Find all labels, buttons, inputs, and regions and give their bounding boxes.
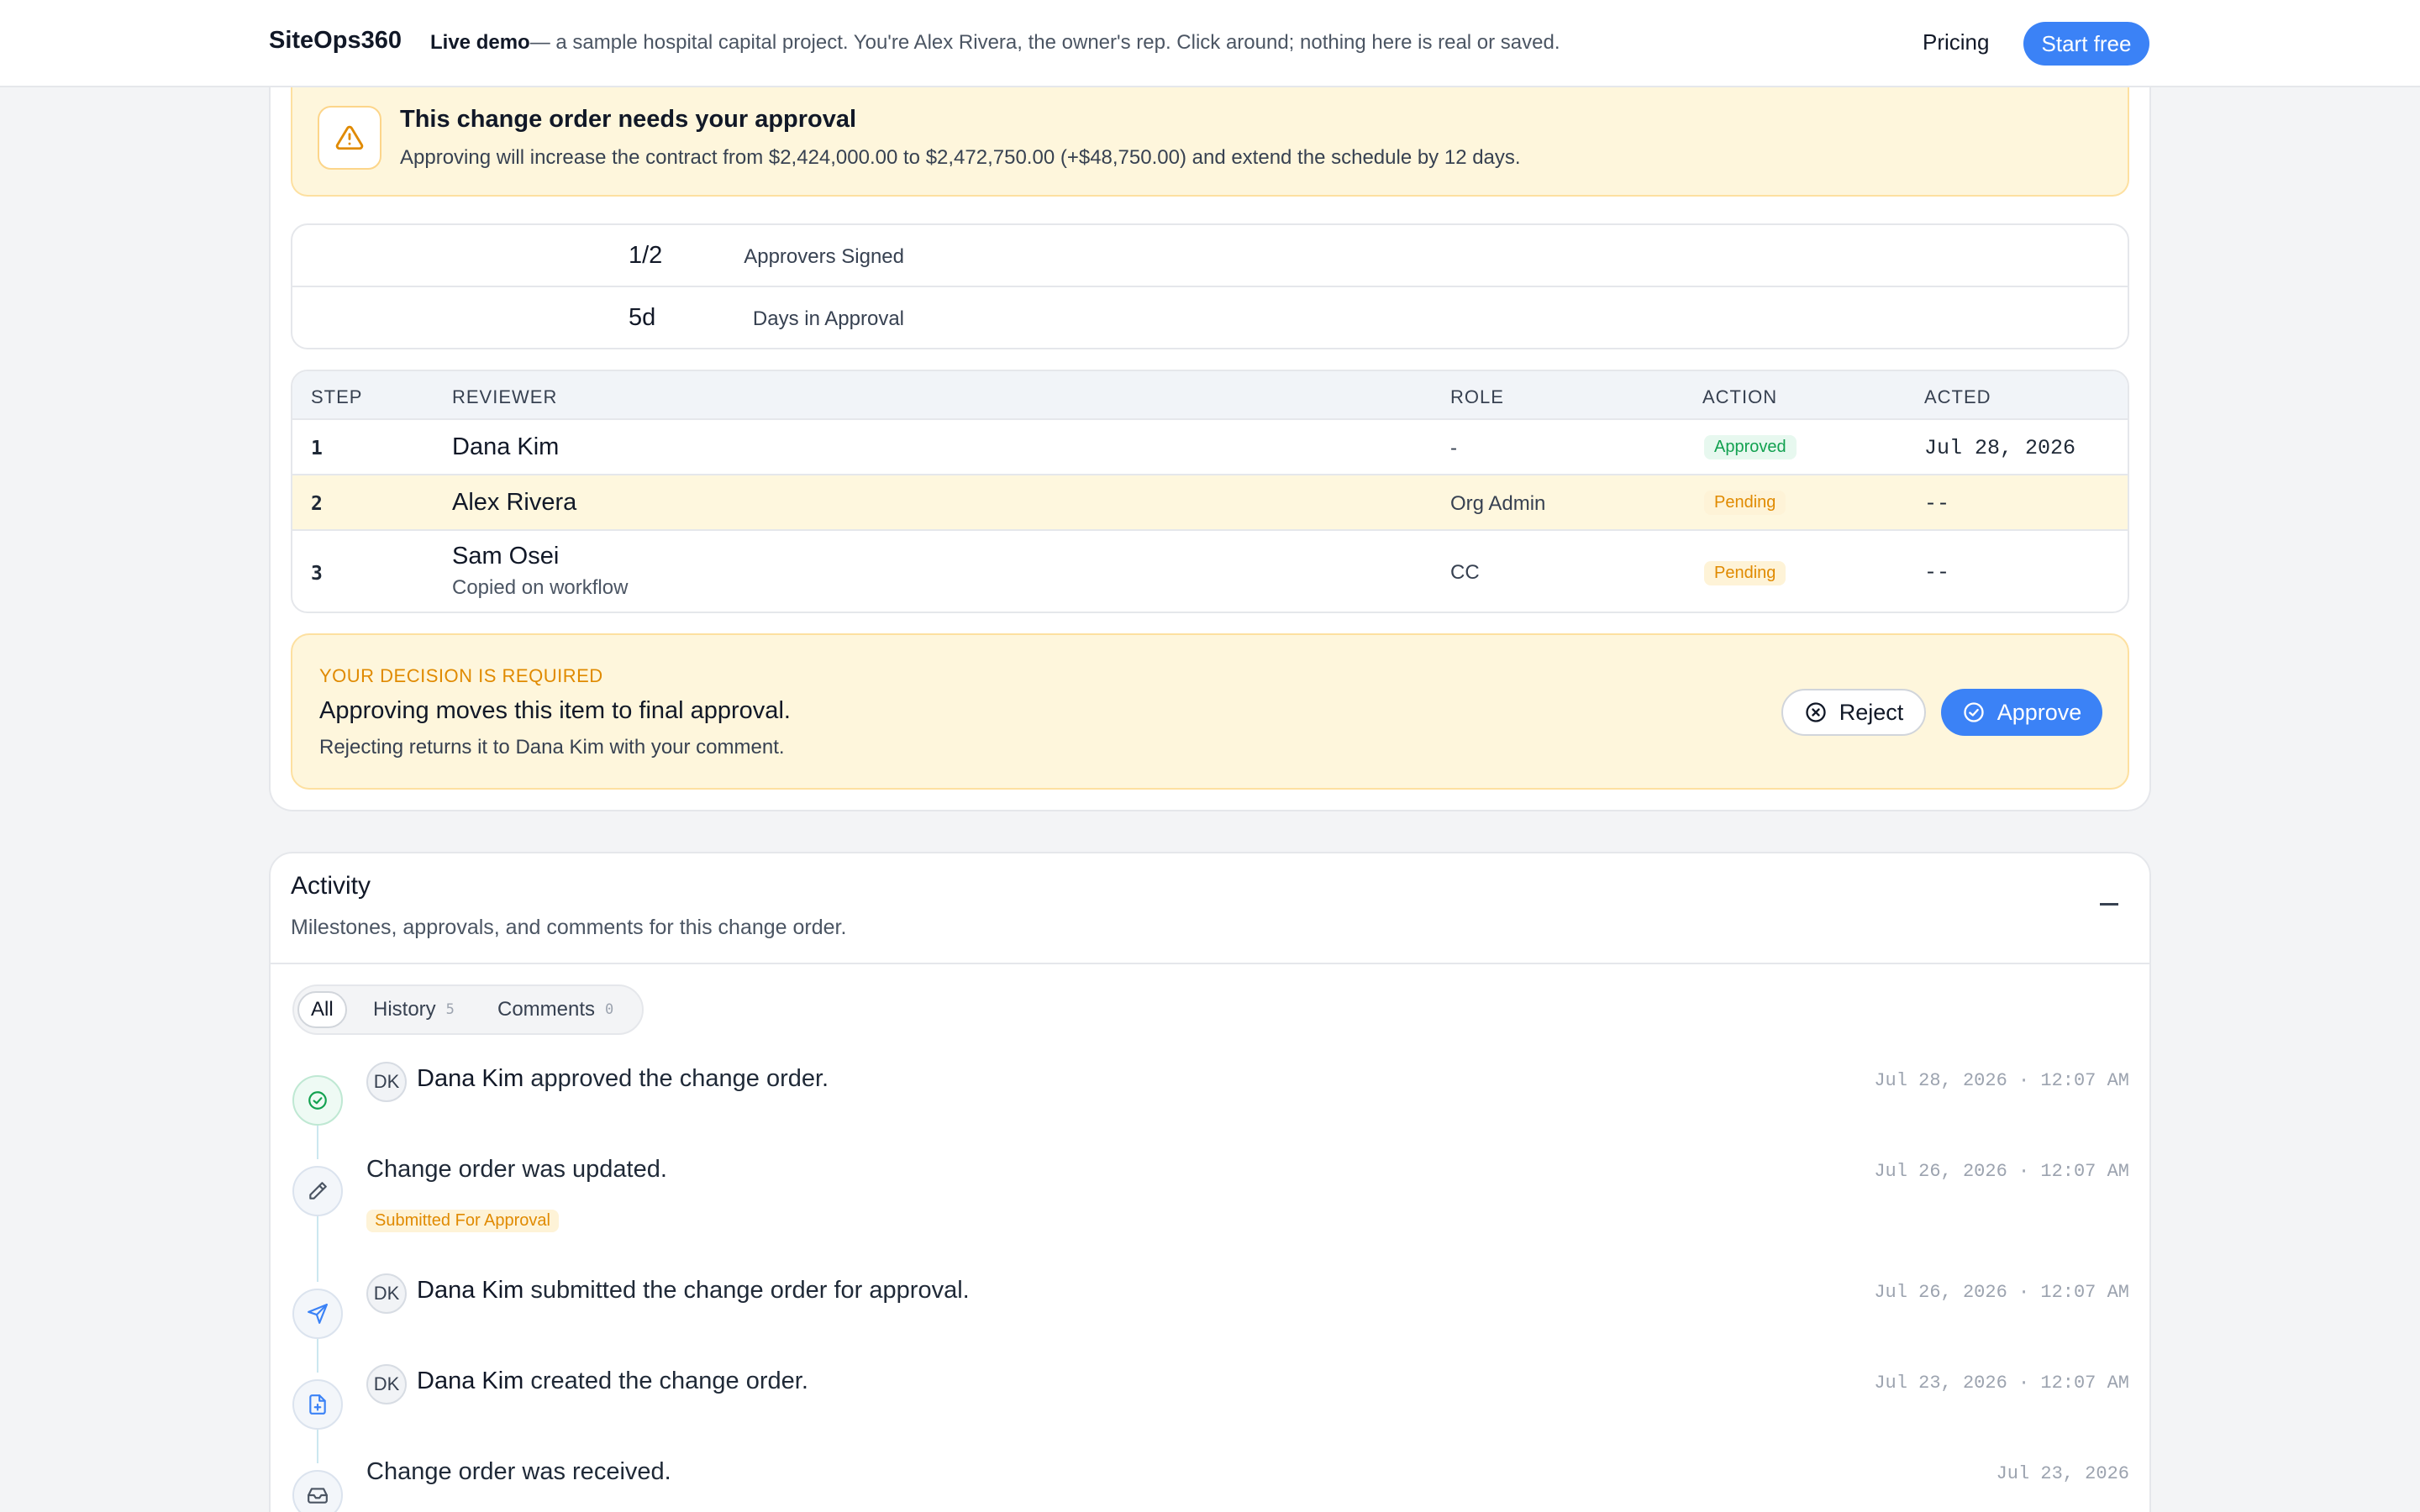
demo-banner: Live demo— a sample hospital capital pro… xyxy=(430,31,1560,55)
warning-triangle-icon xyxy=(318,106,381,170)
column-header-role: ROLE xyxy=(1450,386,1504,407)
event-description: submitted the change order for approval. xyxy=(523,1277,970,1304)
timeline-connector xyxy=(317,1126,318,1159)
approval-alert xyxy=(291,87,2129,197)
column-header-acted: ACTED xyxy=(1924,386,1991,407)
check-circle-icon xyxy=(1964,702,1984,722)
tab-label: History xyxy=(373,998,436,1021)
activity-event-text: Dana Kim approved the change order. xyxy=(417,1065,829,1093)
check-circle-icon xyxy=(292,1075,343,1126)
timeline-connector xyxy=(317,1216,318,1282)
send-icon xyxy=(292,1289,343,1339)
reject-label: Reject xyxy=(1839,699,1904,725)
inbox-icon xyxy=(292,1470,343,1512)
stat-label: Days in Approval xyxy=(752,307,904,330)
tab-count: 5 xyxy=(445,1001,455,1018)
event-description: created the change order. xyxy=(523,1368,808,1394)
event-actor[interactable]: Dana Kim xyxy=(417,1277,523,1304)
divider xyxy=(271,963,2149,964)
event-actor[interactable]: Dana Kim xyxy=(417,1368,523,1394)
table-row: 3 Sam Osei Copied on workflow CC Pending… xyxy=(292,531,2128,612)
avatar: DK xyxy=(366,1273,407,1314)
brand-logo[interactable]: SiteOps360 xyxy=(269,27,402,55)
status-badge: Submitted For Approval xyxy=(366,1210,559,1232)
collapse-icon[interactable] xyxy=(2092,887,2126,921)
column-header-reviewer: REVIEWER xyxy=(452,386,558,407)
activity-event-text: Change order was received. xyxy=(366,1458,671,1486)
top-bar: SiteOps360 Live demo— a sample hospital … xyxy=(0,0,2420,87)
pricing-link[interactable]: Pricing xyxy=(1923,29,1989,55)
event-timestamp: Jul 26, 2026 · 12:07 AM xyxy=(1874,1161,2129,1182)
timeline-connector xyxy=(317,1430,318,1463)
demo-text: — a sample hospital capital project. You… xyxy=(529,31,1560,54)
decision-title: Approving moves this item to final appro… xyxy=(319,697,791,724)
status-badge: Pending xyxy=(1704,561,1786,585)
avatar: DK xyxy=(366,1062,407,1102)
alert-text: Approving will increase the contract fro… xyxy=(400,146,1521,169)
activity-title: Activity xyxy=(291,872,371,900)
activity-tabs: All History 5 Comments 0 xyxy=(292,984,644,1035)
x-circle-icon xyxy=(1806,702,1826,722)
event-description: Change order was received. xyxy=(366,1458,671,1485)
event-timestamp: Jul 28, 2026 · 12:07 AM xyxy=(1874,1070,2129,1091)
acted-date: -- xyxy=(1924,491,1950,516)
event-description: Change order was updated. xyxy=(366,1156,667,1183)
reviewer-name: Dana Kim xyxy=(452,433,560,460)
pencil-icon xyxy=(292,1166,343,1216)
tab-count: 0 xyxy=(605,1001,614,1018)
acted-date: -- xyxy=(1924,560,1950,585)
stat-approvers-signed: Approvers Signed 1/2 xyxy=(292,225,2128,287)
activity-event-text: Dana Kim submitted the change order for … xyxy=(417,1277,970,1305)
reject-button[interactable]: Reject xyxy=(1781,689,1926,736)
tab-all[interactable]: All xyxy=(297,991,347,1028)
event-actor[interactable]: Dana Kim xyxy=(417,1065,523,1092)
table-row: 1 Dana Kim - Approved Jul 28, 2026 xyxy=(292,420,2128,475)
step-number: 2 xyxy=(311,493,323,515)
reviewer-role: Org Admin xyxy=(1450,492,1546,515)
start-free-button[interactable]: Start free xyxy=(2023,22,2149,66)
alert-title: This change order needs your approval xyxy=(400,106,857,133)
table-row: 2 Alex Rivera Org Admin Pending -- xyxy=(292,475,2128,531)
status-badge: Approved xyxy=(1704,435,1797,459)
reviewer-note: Copied on workflow xyxy=(452,576,629,599)
activity-subtitle: Milestones, approvals, and comments for … xyxy=(291,916,847,939)
approve-button[interactable]: Approve xyxy=(1941,689,2102,736)
decision-panel: YOUR DECISION IS REQUIRED Approving move… xyxy=(291,633,2129,790)
tab-label: Comments xyxy=(497,998,596,1021)
reviewer-name: Alex Rivera xyxy=(452,489,577,516)
step-number: 3 xyxy=(311,563,323,585)
tab-label: All xyxy=(311,998,334,1021)
file-plus-icon xyxy=(292,1379,343,1430)
event-description: approved the change order. xyxy=(523,1065,829,1092)
event-timestamp: Jul 26, 2026 · 12:07 AM xyxy=(1874,1282,2129,1303)
status-badge: Pending xyxy=(1704,491,1786,515)
avatar: DK xyxy=(366,1364,407,1404)
table-header: STEP REVIEWER ROLE ACTION ACTED xyxy=(292,371,2128,420)
demo-label: Live demo xyxy=(430,31,530,54)
activity-event-text: Dana Kim created the change order. xyxy=(417,1368,808,1395)
timeline-connector xyxy=(317,1339,318,1373)
reviewer-role: - xyxy=(1450,437,1457,459)
step-number: 1 xyxy=(311,438,323,459)
acted-date: Jul 28, 2026 xyxy=(1924,436,2076,460)
column-header-step: STEP xyxy=(311,386,363,407)
column-header-action: ACTION xyxy=(1702,386,1778,407)
reviewer-role: CC xyxy=(1450,561,1480,584)
activity-event-text: Change order was updated. xyxy=(366,1156,667,1184)
approval-stats: Approvers Signed 1/2 Days in Approval 5d xyxy=(291,223,2129,349)
event-timestamp: Jul 23, 2026 xyxy=(1996,1463,2129,1484)
decision-kicker: YOUR DECISION IS REQUIRED xyxy=(319,665,603,686)
stat-days-in-approval: Days in Approval 5d xyxy=(292,287,2128,349)
reviewer-name: Sam Osei xyxy=(452,543,560,570)
approval-steps-table: STEP REVIEWER ROLE ACTION ACTED 1 Dana K… xyxy=(291,370,2129,613)
decision-text: Rejecting returns it to Dana Kim with yo… xyxy=(319,736,785,759)
tab-history[interactable]: History 5 xyxy=(361,991,466,1028)
stat-label: Approvers Signed xyxy=(744,245,904,268)
stat-value: 1/2 xyxy=(629,242,663,269)
approve-label: Approve xyxy=(1996,699,2082,725)
event-timestamp: Jul 23, 2026 · 12:07 AM xyxy=(1874,1373,2129,1394)
tab-comments[interactable]: Comments 0 xyxy=(486,991,625,1028)
stat-value: 5d xyxy=(629,304,656,331)
activity-card: Activity Milestones, approvals, and comm… xyxy=(269,852,2151,1512)
